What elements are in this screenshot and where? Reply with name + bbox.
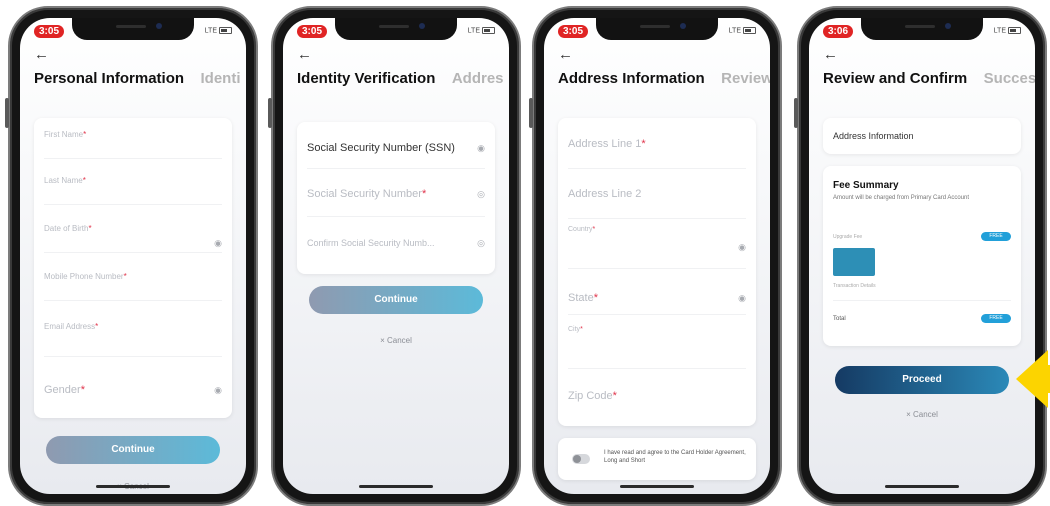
- last-name-field[interactable]: Last Name*: [44, 176, 222, 185]
- screen-identity-verification: 3:05 LTE ← Identity Verification Addres …: [283, 18, 509, 494]
- city-input[interactable]: City*: [568, 326, 746, 333]
- battery-icon: [482, 27, 495, 34]
- battery-icon: [1008, 27, 1021, 34]
- address-card: Address Line 1* Address Line 2 Country* ◉…: [558, 118, 756, 426]
- signal-label: LTE: [728, 27, 741, 35]
- zip-code-input[interactable]: Zip Code*: [568, 390, 746, 402]
- status-icons: LTE: [994, 27, 1021, 34]
- mobile-phone-field[interactable]: Mobile Phone Number*: [44, 272, 222, 281]
- home-indicator: [885, 485, 959, 488]
- status-time: 3:05: [297, 25, 328, 38]
- highlight-arrow-tail: [1045, 365, 1050, 393]
- notch: [596, 18, 718, 40]
- next-step-tab[interactable]: Succes: [984, 70, 1035, 87]
- continue-button[interactable]: Continue: [46, 436, 220, 464]
- screen-review-and-confirm: 3:06 LTE ← Review and Confirm Succes Add…: [809, 18, 1035, 494]
- agreement-text: I have read and agree to the Card Holder…: [604, 450, 746, 464]
- fee-summary-description: Amount will be charged from Primary Card…: [833, 195, 970, 201]
- agreement-toggle[interactable]: [572, 454, 590, 464]
- next-step-tab[interactable]: Addres: [452, 70, 504, 87]
- upgrade-fee-badge: FREE: [981, 232, 1011, 241]
- notch: [861, 18, 983, 40]
- gender-select[interactable]: Gender* ◉: [44, 384, 222, 396]
- phone-review-and-confirm: 3:06 LTE ← Review and Confirm Succes Add…: [794, 6, 1047, 506]
- battery-icon: [743, 27, 756, 34]
- next-step-tab[interactable]: Review: [721, 70, 770, 87]
- total-badge: FREE: [981, 314, 1011, 323]
- ssn-card: Social Security Number (SSN) ◉ Social Sec…: [297, 122, 495, 274]
- transaction-details-label: Transaction Details: [833, 283, 876, 289]
- fee-summary-title: Fee Summary: [833, 180, 899, 191]
- page-title: Review and Confirm: [823, 70, 968, 87]
- first-name-field[interactable]: First Name*: [44, 130, 222, 139]
- address-line-1-input[interactable]: Address Line 1*: [568, 138, 746, 150]
- phone-identity-verification: 3:05 LTE ← Identity Verification Addres …: [268, 6, 521, 506]
- address-line-2-input[interactable]: Address Line 2: [568, 188, 746, 200]
- status-icons: LTE: [468, 27, 495, 34]
- screen-address-information: 3:05 LTE ← Address Information Review Ad…: [544, 18, 770, 494]
- signal-label: LTE: [204, 27, 217, 35]
- calendar-icon[interactable]: ◉: [214, 238, 222, 249]
- ssn-heading: Social Security Number (SSN) ◉: [307, 142, 485, 154]
- cancel-button[interactable]: × Cancel: [283, 336, 509, 345]
- next-step-tab[interactable]: Identi: [200, 70, 240, 87]
- battery-icon: [219, 27, 232, 34]
- chevron-down-icon[interactable]: ◉: [738, 242, 746, 253]
- continue-button[interactable]: Continue: [309, 286, 483, 314]
- chevron-down-icon[interactable]: ◉: [738, 293, 746, 304]
- info-icon[interactable]: ◉: [477, 143, 485, 154]
- page-title: Personal Information: [34, 70, 185, 87]
- eye-icon[interactable]: ◎: [477, 238, 485, 249]
- total-label: Total: [833, 316, 846, 322]
- screen-personal-information: 3:05 LTE ← Personal Information Identi F…: [20, 18, 246, 494]
- notch: [72, 18, 194, 40]
- back-arrow-icon[interactable]: ←: [297, 47, 312, 62]
- confirm-ssn-input[interactable]: Confirm Social Security Numb... ◎: [307, 238, 485, 248]
- chevron-down-icon[interactable]: ◉: [214, 385, 222, 396]
- card-thumbnail: [833, 248, 875, 276]
- page-title: Identity Verification: [297, 70, 436, 87]
- status-time: 3:05: [34, 25, 65, 38]
- home-indicator: [359, 485, 433, 488]
- ssn-input[interactable]: Social Security Number* ◎: [307, 188, 485, 200]
- upgrade-fee-label: Upgrade Fee: [833, 234, 863, 240]
- status-time: 3:05: [558, 25, 589, 38]
- address-section-title: Address Information: [833, 131, 914, 141]
- back-arrow-icon[interactable]: ←: [558, 47, 573, 62]
- back-arrow-icon[interactable]: ←: [34, 47, 49, 62]
- fee-summary-card: Fee Summary Amount will be charged from …: [823, 166, 1021, 346]
- state-select[interactable]: State* ◉: [568, 292, 746, 304]
- back-arrow-icon[interactable]: ←: [823, 47, 838, 62]
- address-summary-card[interactable]: Address Information: [823, 118, 1021, 154]
- date-of-birth-field[interactable]: Date of Birth* ◉: [44, 224, 222, 248]
- notch: [335, 18, 457, 40]
- status-icons: LTE: [729, 27, 756, 34]
- highlight-arrow-icon: [1016, 350, 1048, 408]
- status-icons: LTE: [205, 27, 232, 34]
- home-indicator: [620, 485, 694, 488]
- signal-label: LTE: [467, 27, 480, 35]
- home-indicator: [96, 485, 170, 488]
- page-title: Address Information: [558, 70, 705, 87]
- proceed-button[interactable]: Proceed: [835, 366, 1009, 394]
- status-time: 3:06: [823, 25, 854, 38]
- personal-info-card: First Name* Last Name* Date of Birth* ◉ M…: [34, 118, 232, 418]
- eye-icon[interactable]: ◎: [477, 189, 485, 200]
- signal-label: LTE: [993, 27, 1006, 35]
- agreement-row: I have read and agree to the Card Holder…: [558, 438, 756, 480]
- country-select[interactable]: Country* ◉: [568, 226, 746, 252]
- email-address-field[interactable]: Email Address*: [44, 322, 222, 331]
- phone-address-information: 3:05 LTE ← Address Information Review Ad…: [529, 6, 782, 506]
- cancel-button[interactable]: × Cancel: [809, 410, 1035, 419]
- phone-personal-information: 3:05 LTE ← Personal Information Identi F…: [5, 6, 258, 506]
